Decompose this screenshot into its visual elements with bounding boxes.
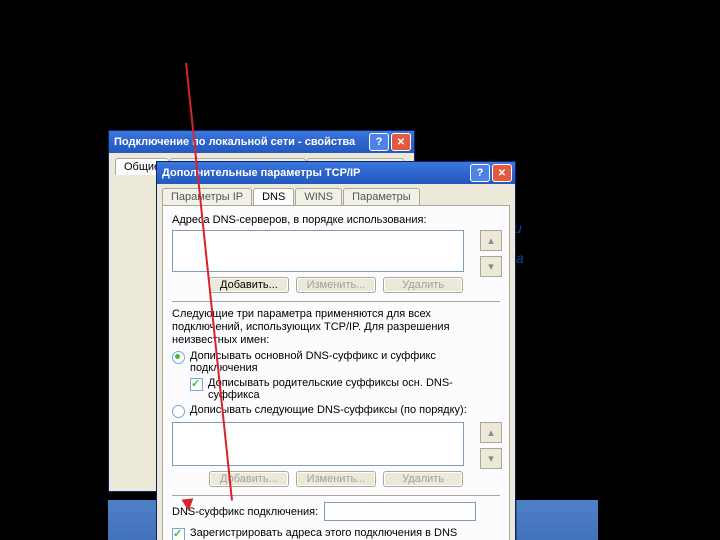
- checkbox-icon: [190, 378, 203, 391]
- lan-window-titlebar[interactable]: Подключение по локальной сети - свойства…: [109, 131, 414, 153]
- suffix-listbox[interactable]: [172, 422, 464, 466]
- delete-button: Удалить: [383, 471, 463, 487]
- dns-panel: Адреса DNS-серверов, в порядке использов…: [162, 205, 510, 540]
- tab-dns[interactable]: DNS: [253, 188, 294, 205]
- add-button: Добавить...: [209, 471, 289, 487]
- edit-button: Изменить...: [296, 471, 376, 487]
- divider: [172, 495, 500, 496]
- move-up-button[interactable]: ▴: [480, 230, 502, 251]
- suffix-paragraph: Следующие три параметра применяются для …: [172, 308, 500, 347]
- radio-icon: [172, 351, 185, 364]
- connection-suffix-input[interactable]: [324, 502, 476, 521]
- edit-button: Изменить...: [296, 277, 376, 293]
- radio-primary-suffix[interactable]: Дописывать основной DNS-суффикс и суффик…: [172, 350, 500, 374]
- add-button[interactable]: Добавить...: [209, 277, 289, 293]
- ghost-text: а: [516, 250, 524, 266]
- tab-wins[interactable]: WINS: [295, 188, 342, 205]
- tcpip-title: Дополнительные параметры TCP/IP: [162, 167, 468, 179]
- annotation-arrow-head: [181, 498, 194, 511]
- arrow-up-icon: ▴: [488, 234, 494, 247]
- move-down-button[interactable]: ▾: [480, 256, 502, 277]
- arrow-down-icon: ▾: [488, 260, 494, 273]
- tab-options[interactable]: Параметры: [343, 188, 420, 205]
- close-button[interactable]: [391, 133, 411, 151]
- arrow-down-icon: ▾: [488, 452, 494, 465]
- dns-servers-listbox[interactable]: [172, 230, 464, 272]
- checkbox-icon: [172, 528, 185, 540]
- tab-ip-params[interactable]: Параметры IP: [162, 188, 252, 205]
- move-up-button: ▴: [480, 422, 502, 443]
- radio-icon: [172, 405, 185, 418]
- tcpip-titlebar[interactable]: Дополнительные параметры TCP/IP ?: [157, 162, 515, 184]
- divider: [172, 301, 500, 302]
- close-button[interactable]: [492, 164, 512, 182]
- radio-primary-label: Дописывать основной DNS-суффикс и суффик…: [190, 350, 500, 374]
- check-parent-suffix[interactable]: Дописывать родительские суффиксы осн. DN…: [190, 377, 500, 401]
- dns-servers-label: Адреса DNS-серверов, в порядке использов…: [172, 214, 500, 226]
- delete-button: Удалить: [383, 277, 463, 293]
- arrow-up-icon: ▴: [488, 426, 494, 439]
- help-button[interactable]: ?: [369, 133, 389, 151]
- lan-window-title: Подключение по локальной сети - свойства: [114, 136, 367, 148]
- tcpip-advanced-window: Дополнительные параметры TCP/IP ? Параме…: [156, 161, 516, 540]
- radio-list-label: Дописывать следующие DNS-суффиксы (по по…: [190, 404, 467, 416]
- check-parent-label: Дописывать родительские суффиксы осн. DN…: [208, 377, 500, 401]
- check-register-label: Зарегистрировать адреса этого подключени…: [190, 527, 457, 539]
- move-down-button: ▾: [480, 448, 502, 469]
- check-register-dns[interactable]: Зарегистрировать адреса этого подключени…: [172, 527, 500, 540]
- help-button[interactable]: ?: [470, 164, 490, 182]
